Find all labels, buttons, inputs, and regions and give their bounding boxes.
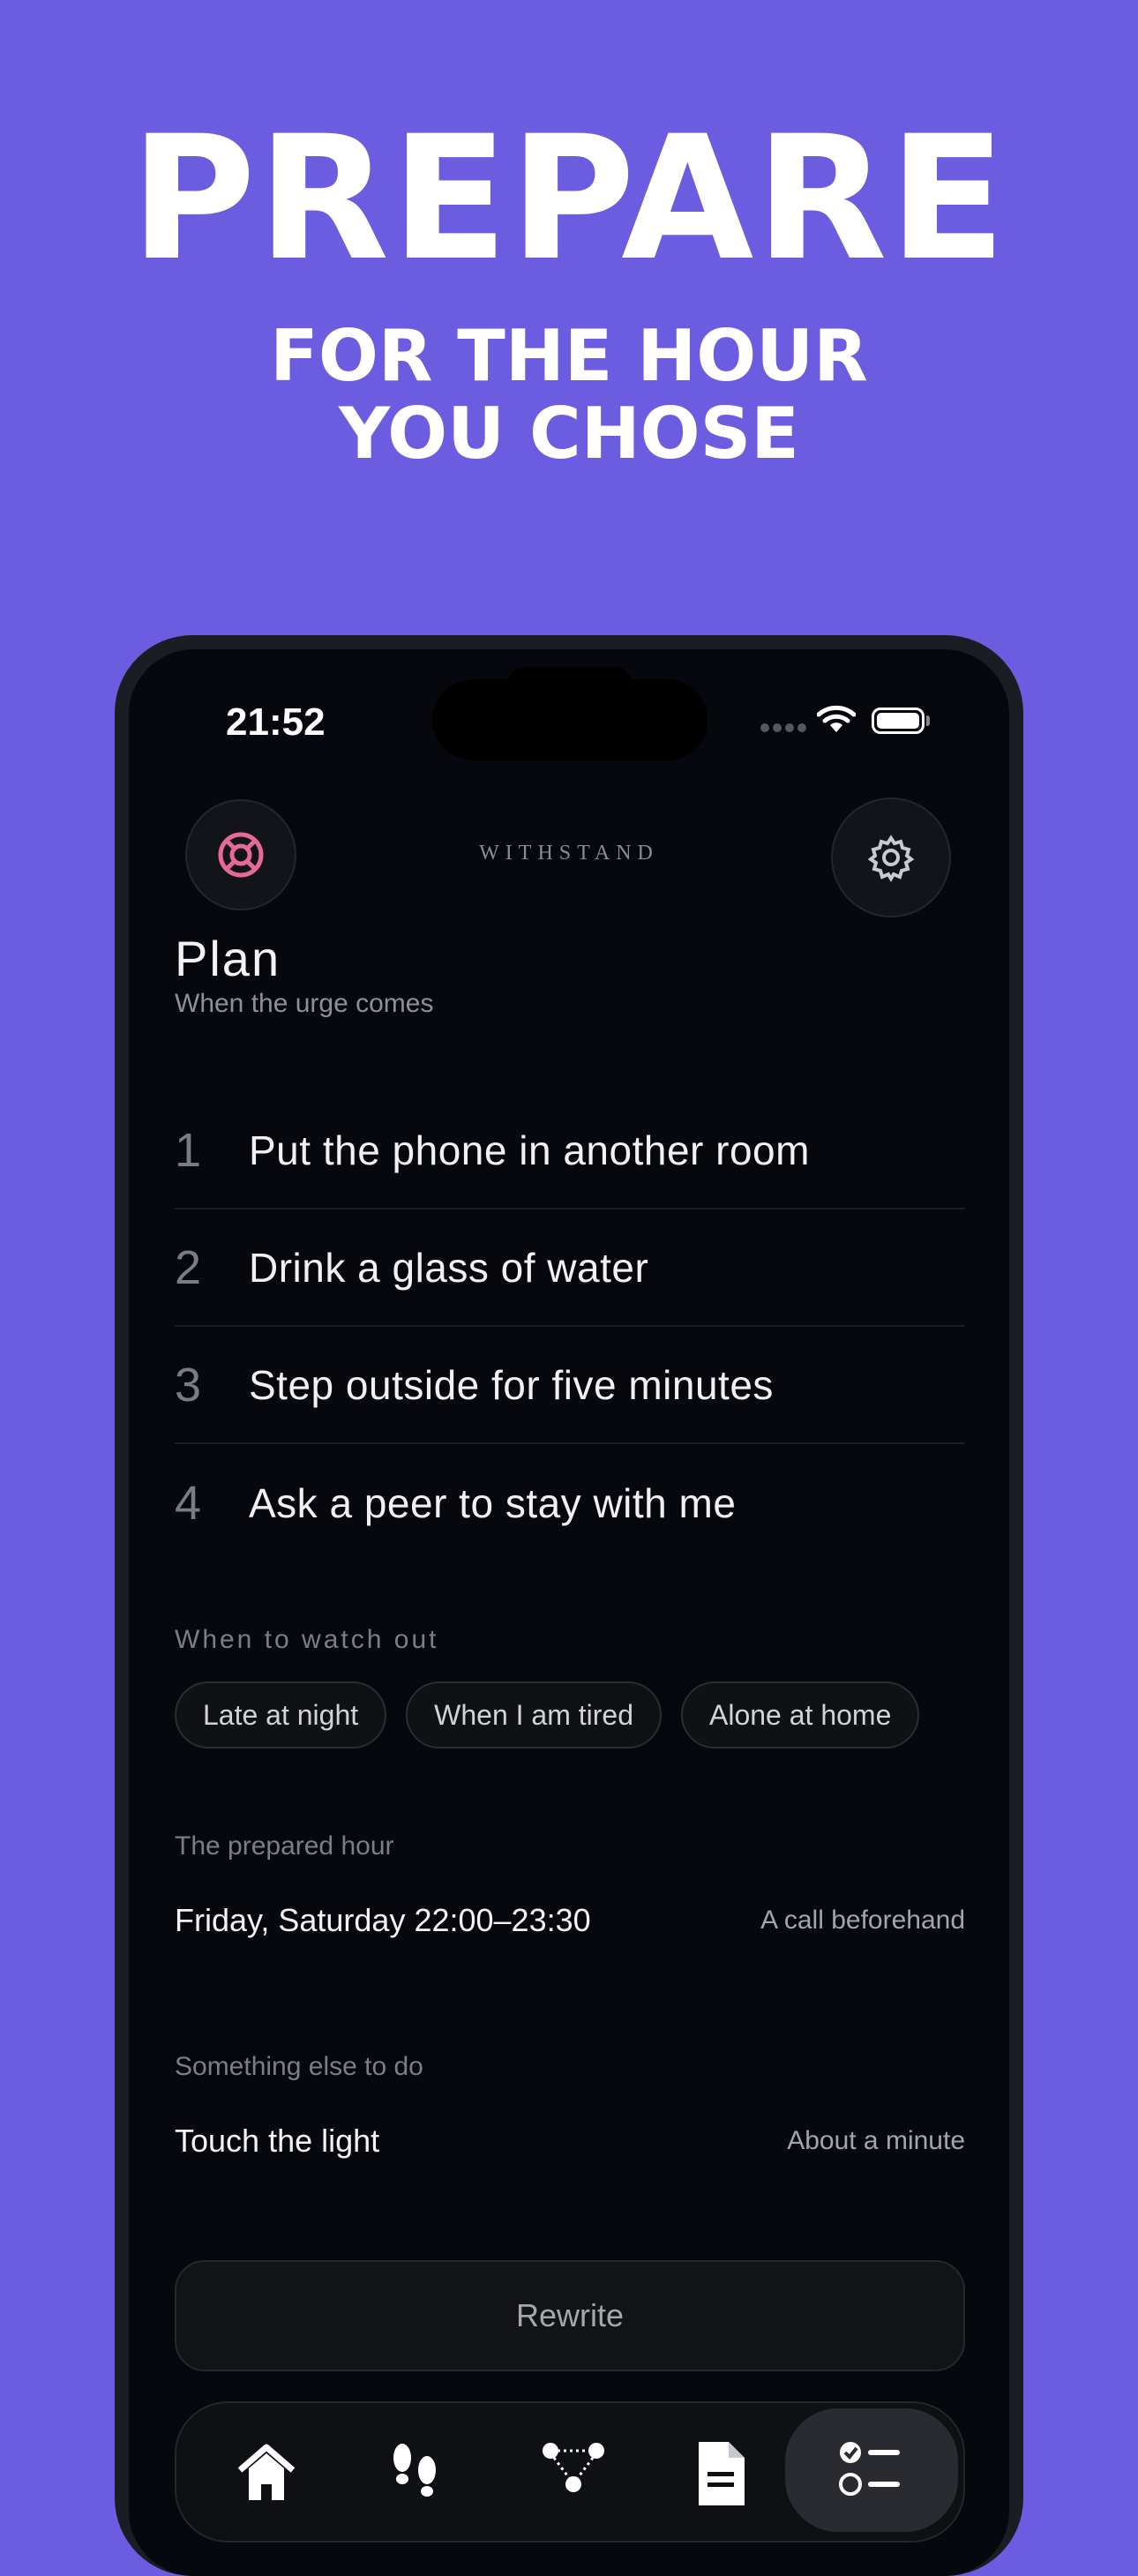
prepared-hour-row[interactable]: Friday, Saturday 22:00–23:30 A call befo… (175, 1902, 965, 1939)
something-else-value: Touch the light (175, 2123, 380, 2159)
subheadline-line-1: FOR THE HOUR (270, 315, 868, 397)
tab-bar (175, 2401, 965, 2542)
step-number: 3 (175, 1358, 202, 1412)
chip-when-tired[interactable]: When I am tired (406, 1681, 662, 1749)
subheadline: FOR THE HOUR YOU CHOSE (0, 318, 1138, 473)
step-text: Put the phone in another room (249, 1127, 810, 1173)
plan-step[interactable]: 1 Put the phone in another room (175, 1092, 965, 1209)
plan-step[interactable]: 3 Step outside for five minutes (175, 1327, 965, 1444)
step-number: 4 (175, 1476, 202, 1530)
subheadline-line-2: YOU CHOSE (339, 393, 799, 475)
plan-step[interactable]: 2 Drink a glass of water (175, 1209, 965, 1327)
gear-icon (867, 835, 915, 882)
watch-out-chips: Late at night When I am tired Alone at h… (175, 1681, 920, 1749)
step-text: Ask a peer to stay with me (249, 1479, 737, 1526)
network-icon[interactable] (540, 2438, 607, 2505)
dynamic-island (432, 679, 708, 760)
footsteps-icon[interactable] (386, 2438, 445, 2505)
cellular-signal-icon (760, 723, 806, 732)
plan-step[interactable]: 4 Ask a peer to stay with me (175, 1444, 965, 1561)
battery-icon (872, 708, 925, 734)
wifi-icon (817, 705, 856, 732)
page-title: Plan (175, 931, 281, 986)
prepared-hour-note: A call beforehand (760, 1906, 965, 1935)
something-else-note: About a minute (787, 2126, 965, 2155)
watch-out-label: When to watch out (175, 1625, 439, 1654)
rewrite-button[interactable]: Rewrite (175, 2260, 965, 2371)
status-time: 21:52 (226, 700, 326, 744)
step-number: 2 (175, 1240, 202, 1294)
app-screen: 21:52 WITHSTAND Plan When the urge comes… (129, 649, 1009, 2576)
checklist-icon[interactable] (836, 2438, 907, 2505)
chip-alone-at-home[interactable]: Alone at home (681, 1681, 920, 1749)
prepared-hour-label: The prepared hour (175, 1831, 394, 1861)
prepared-hour-value: Friday, Saturday 22:00–23:30 (175, 1902, 591, 1938)
step-text: Drink a glass of water (249, 1244, 649, 1291)
chip-late-at-night[interactable]: Late at night (175, 1681, 387, 1749)
headline: PREPARE (130, 99, 1008, 298)
document-icon[interactable] (695, 2438, 748, 2505)
settings-button[interactable] (831, 798, 951, 917)
something-else-label: Something else to do (175, 2052, 423, 2081)
home-icon[interactable] (233, 2438, 300, 2505)
step-text: Step outside for five minutes (249, 1361, 774, 1408)
step-number: 1 (175, 1123, 202, 1177)
something-else-row[interactable]: Touch the light About a minute (175, 2123, 965, 2160)
battery-cap (926, 715, 930, 726)
plan-steps: 1 Put the phone in another room 2 Drink … (175, 1092, 965, 1561)
phone-frame: 21:52 WITHSTAND Plan When the urge comes… (115, 635, 1023, 2576)
page-subtitle: When the urge comes (175, 989, 434, 1018)
